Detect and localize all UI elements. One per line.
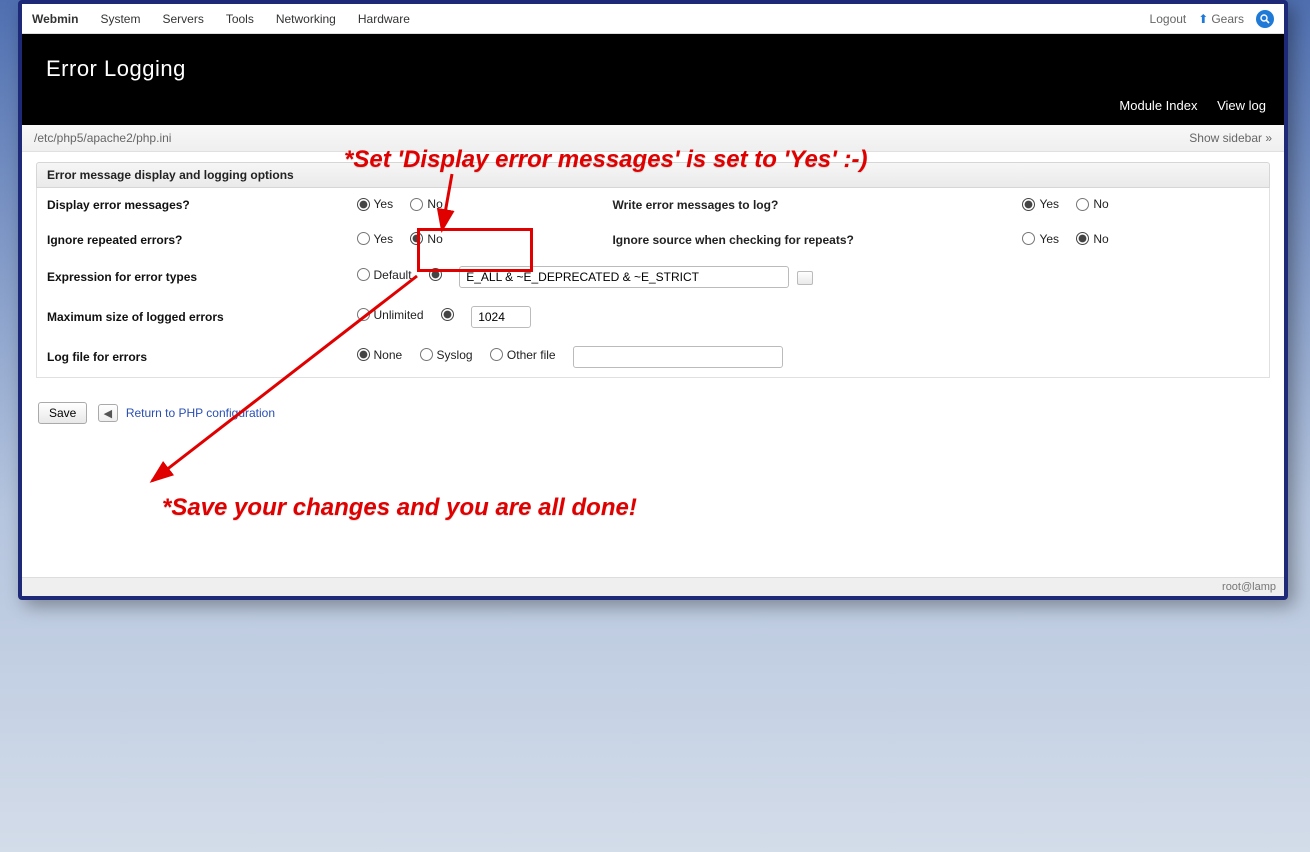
annotation-arrow-1 xyxy=(22,4,1288,600)
window-frame: Webmin System Servers Tools Networking H… xyxy=(18,0,1288,600)
